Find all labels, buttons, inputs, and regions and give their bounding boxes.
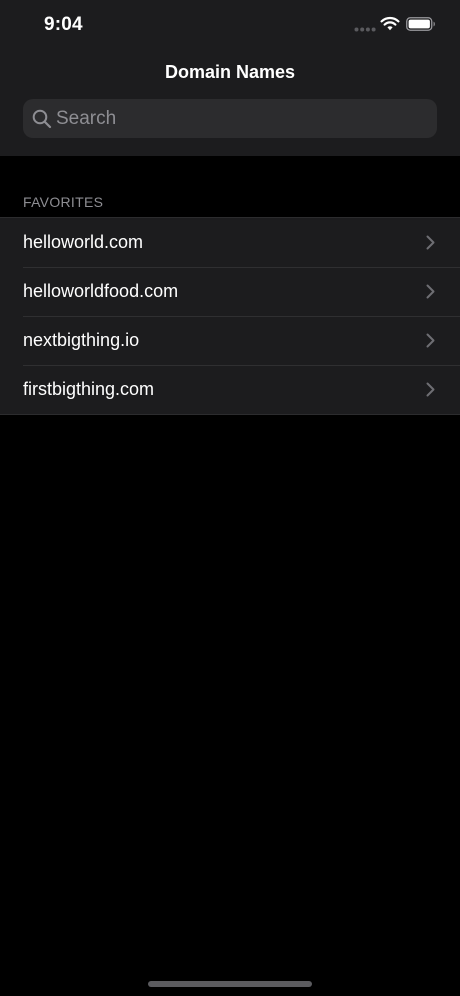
home-indicator[interactable] xyxy=(148,981,312,987)
list-item[interactable]: helloworldfood.com xyxy=(0,267,460,316)
status-bar: 9:04 xyxy=(0,0,460,50)
list-item[interactable]: helloworld.com xyxy=(0,218,460,267)
navigation-header: 9:04 Domain Names xyxy=(0,0,460,156)
wifi-icon xyxy=(380,16,400,31)
list-item-label: helloworldfood.com xyxy=(23,281,179,301)
chevron-right-icon xyxy=(426,235,435,250)
page-title: Domain Names xyxy=(164,62,296,82)
favorites-list: helloworld.com helloworldfood.com nextbi… xyxy=(0,217,460,415)
search-field[interactable] xyxy=(23,99,437,138)
search-icon xyxy=(32,109,52,129)
list-item-label: firstbigthing.com xyxy=(23,379,155,399)
list-item-label: helloworld.com xyxy=(23,232,144,252)
list-item-label: nextbigthing.io xyxy=(23,330,140,350)
battery-icon xyxy=(406,17,435,31)
cellular-dots-icon xyxy=(354,27,376,32)
chevron-right-icon xyxy=(426,382,435,397)
status-time: 9:04 xyxy=(44,14,83,35)
list-item[interactable]: firstbigthing.com xyxy=(0,365,460,414)
chevron-right-icon xyxy=(426,284,435,299)
section-header-favorites: FAVORITES xyxy=(23,194,104,210)
search-input[interactable] xyxy=(55,99,426,138)
list-item[interactable]: nextbigthing.io xyxy=(0,316,460,365)
chevron-right-icon xyxy=(426,333,435,348)
